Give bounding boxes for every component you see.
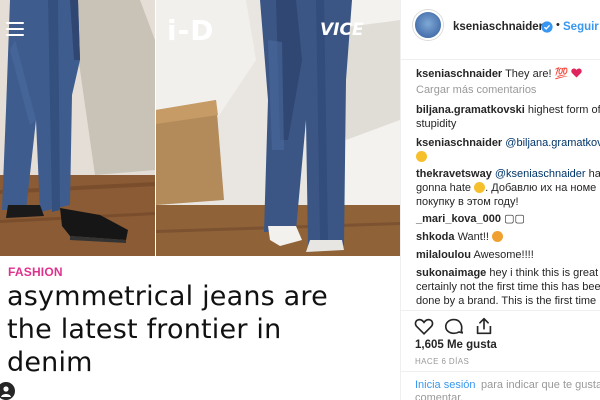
comment-continuation: gonna hate . Добавлю их на номе — [416, 182, 597, 194]
comment-text: Awesome!!!! — [473, 249, 534, 261]
headline-line: asymmetrical jeans are — [7, 281, 328, 312]
comment-continuation: stupidity — [416, 118, 457, 130]
login-prompt-text: para indicar que te gusta — [481, 379, 600, 391]
comment: _mari_kova_000 ▢▢ — [416, 212, 600, 226]
headline-line: denim — [7, 347, 93, 378]
comment: shkoda Want!! — [416, 230, 600, 244]
comment: thekravetsway @kseniaschnaider hate — [416, 167, 600, 181]
comment: milaloulou Awesome!!!! — [416, 248, 600, 262]
post-timestamp[interactable]: HACE 6 DÍAS — [415, 357, 469, 366]
comment-username[interactable]: sukonaimage — [416, 267, 486, 279]
red-heart-icon — [571, 68, 583, 78]
comment-emoji-line — [416, 150, 600, 164]
comment-username[interactable]: shkoda — [416, 231, 455, 243]
smirk-emoji-icon — [474, 182, 486, 193]
comment-text: highest form of — [527, 104, 600, 116]
hamburger-menu-icon[interactable] — [6, 22, 24, 36]
verified-badge-icon — [541, 21, 553, 33]
comment-continuation: done by a brand. This is the first time … — [416, 295, 600, 307]
comment-continuation-text: Добавлю их на номе — [491, 182, 597, 194]
caption-username[interactable]: kseniaschnaider — [416, 68, 502, 80]
caption-text: They are! 💯 — [505, 68, 569, 80]
comment-username[interactable]: _mari_kova_000 — [416, 213, 501, 225]
comment-username[interactable]: kseniaschnaider — [416, 137, 502, 149]
article-category: FASHION — [8, 265, 63, 279]
post-actions: 1,605 Me gusta HACE 6 DÍAS Inicia sesión… — [401, 310, 600, 400]
comment-mention[interactable]: @kseniaschnaider — [495, 168, 586, 180]
vice-logo: VICE — [320, 20, 364, 40]
comment: kseniaschnaider @biljana.gramatkovski — [416, 136, 600, 150]
comment-text: hey i think this is great b — [489, 267, 600, 279]
id-logo: i-D — [167, 14, 215, 47]
comments-list: kseniaschnaider They are! 💯 Cargar más c… — [401, 61, 600, 311]
share-arrow-icon[interactable] — [473, 315, 495, 337]
comment-mention[interactable]: @biljana.gramatkovski — [505, 137, 600, 149]
login-link[interactable]: Inicia sesión — [415, 379, 476, 391]
avatar[interactable] — [413, 10, 443, 40]
heart-outline-icon[interactable] — [413, 315, 435, 337]
article-headline: asymmetrical jeans are the latest fronti… — [7, 280, 399, 379]
post-header: kseniaschnaider • Seguir — [401, 0, 600, 60]
follow-button[interactable]: Seguir — [563, 21, 599, 33]
smiley-emoji-icon — [416, 151, 427, 162]
post-image[interactable]: i-D VICE FASHION asymmetrical jeans are … — [0, 0, 400, 400]
comment-continuation: certainly not the first time this has be… — [416, 281, 600, 293]
comment-username[interactable]: biljana.gramatkovski — [416, 104, 525, 116]
comment-continuation: покупку в этом году! — [416, 196, 519, 208]
header-username[interactable]: kseniaschnaider — [453, 21, 543, 33]
headline-line: the latest frontier in — [7, 314, 282, 345]
comment-text: hate — [588, 168, 600, 180]
comment-bubble-icon[interactable] — [443, 315, 465, 337]
heart-eyes-emoji-icon — [492, 231, 504, 242]
comment-text: ▢▢ — [504, 213, 525, 225]
load-more-comments[interactable]: Cargar más comentarios — [416, 84, 536, 96]
comment-text: Want!! — [457, 231, 489, 243]
user-tag-icon[interactable] — [0, 382, 16, 400]
comment-username[interactable]: thekravetsway — [416, 168, 492, 180]
instagram-panel: kseniaschnaider • Seguir kseniaschnaider… — [400, 0, 600, 400]
comment: biljana.gramatkovski highest form of — [416, 103, 600, 117]
login-prompt: Inicia sesión para indicar que te gusta … — [401, 371, 600, 400]
comment-continuation-text: gonna hate — [416, 182, 472, 194]
caption: kseniaschnaider They are! 💯 — [416, 67, 600, 81]
likes-count[interactable]: 1,605 Me gusta — [415, 339, 497, 351]
comment-username[interactable]: milaloulou — [416, 249, 471, 261]
comment: sukonaimage hey i think this is great b — [416, 266, 600, 280]
login-prompt-text-continued: comentar. — [415, 392, 464, 400]
photo-jeans-left — [0, 0, 155, 256]
header-separator: • — [556, 19, 560, 31]
